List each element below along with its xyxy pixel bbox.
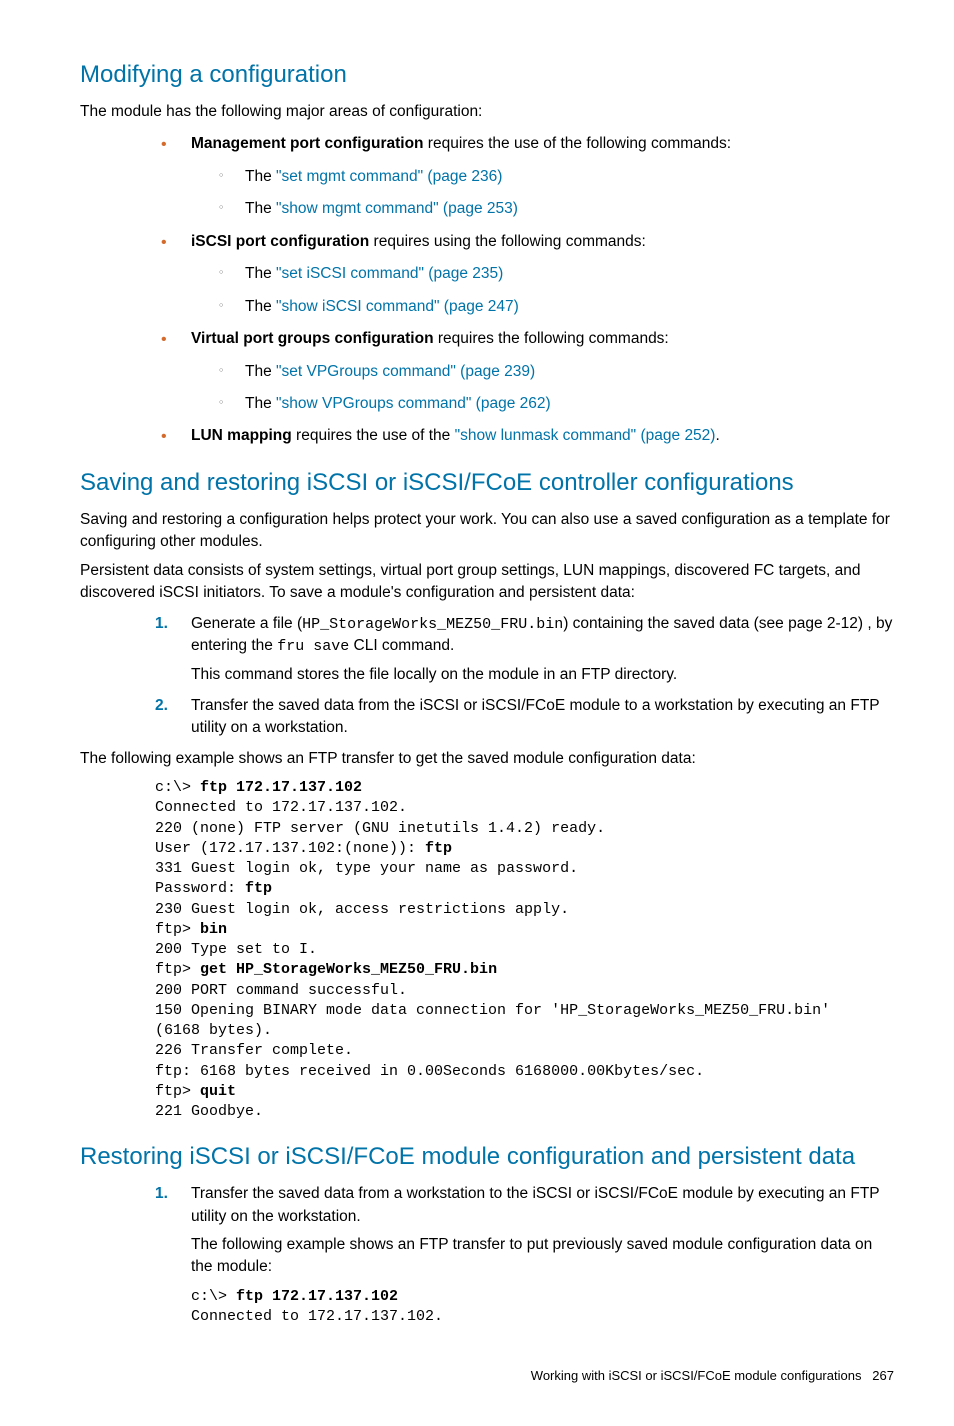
code-inline: fru save (277, 638, 349, 655)
page-footer: Working with iSCSI or iSCSI/FCoE module … (80, 1367, 894, 1386)
step-note: This command stores the file locally on … (191, 664, 894, 686)
list-item: Generate a file (HP_StorageWorks_MEZ50_F… (155, 613, 894, 687)
list-item: iSCSI port configuration requires using … (155, 231, 894, 318)
code-inline: HP_StorageWorks_MEZ50_FRU.bin (302, 616, 563, 633)
sub-prefix: The (245, 395, 276, 412)
intro-text: The module has the following major areas… (80, 101, 894, 123)
body-text: The following example shows an FTP trans… (80, 748, 894, 770)
heading-modifying-config: Modifying a configuration (80, 58, 894, 93)
bullet-tail: requires the following commands: (434, 330, 669, 347)
list-item: Management port configuration requires t… (155, 133, 894, 220)
list-item: The "show iSCSI command" (page 247) (215, 296, 894, 318)
body-text: Persistent data consists of system setti… (80, 560, 894, 605)
list-item: Transfer the saved data from the iSCSI o… (155, 695, 894, 740)
sub-prefix: The (245, 200, 276, 217)
sub-prefix: The (245, 265, 276, 282)
xref-show-lunmask[interactable]: "show lunmask command" (page 252) (455, 427, 716, 444)
bullet-label: LUN mapping (191, 427, 292, 444)
list-item: The "set VPGroups command" (page 239) (215, 361, 894, 383)
bullet-tail: requires using the following commands: (369, 233, 646, 250)
bullet-label: Virtual port groups configuration (191, 330, 434, 347)
body-text: Saving and restoring a configuration hel… (80, 509, 894, 554)
heading-saving-restoring: Saving and restoring iSCSI or iSCSI/FCoE… (80, 466, 894, 501)
config-areas-list: Management port configuration requires t… (155, 133, 894, 448)
list-item: The "show VPGroups command" (page 262) (215, 393, 894, 415)
bullet-tail: requires the use of the (292, 427, 455, 444)
sub-prefix: The (245, 298, 276, 315)
list-item: The "set mgmt command" (page 236) (215, 166, 894, 188)
heading-restoring: Restoring iSCSI or iSCSI/FCoE module con… (80, 1140, 894, 1175)
code-block-ftp-put: c:\> ftp 172.17.137.102 Connected to 172… (191, 1287, 894, 1328)
xref-show-iscsi[interactable]: "show iSCSI command" (page 247) (276, 298, 519, 315)
xref-show-mgmt[interactable]: "show mgmt command" (page 253) (276, 200, 518, 217)
restore-steps-list: Transfer the saved data from a workstati… (155, 1183, 894, 1327)
bullet-label: Management port configuration (191, 135, 424, 152)
xref-set-mgmt[interactable]: "set mgmt command" (page 236) (276, 168, 502, 185)
list-item: Virtual port groups configuration requir… (155, 328, 894, 415)
step-text: Generate a file ( (191, 615, 302, 632)
save-steps-list: Generate a file (HP_StorageWorks_MEZ50_F… (155, 613, 894, 740)
footer-text: Working with iSCSI or iSCSI/FCoE module … (531, 1368, 862, 1383)
step-text: Transfer the saved data from a workstati… (191, 1185, 879, 1224)
step-text: CLI command. (349, 637, 454, 654)
bullet-tail: . (715, 427, 719, 444)
code-block-ftp-get: c:\> ftp 172.17.137.102 Connected to 172… (155, 778, 894, 1122)
sub-prefix: The (245, 363, 276, 380)
list-item: Transfer the saved data from a workstati… (155, 1183, 894, 1327)
step-note: The following example shows an FTP trans… (191, 1234, 894, 1279)
xref-set-vpgroups[interactable]: "set VPGroups command" (page 239) (276, 363, 535, 380)
sub-prefix: The (245, 168, 276, 185)
list-item: LUN mapping requires the use of the "sho… (155, 425, 894, 447)
list-item: The "set iSCSI command" (page 235) (215, 263, 894, 285)
bullet-tail: requires the use of the following comman… (424, 135, 732, 152)
xref-set-iscsi[interactable]: "set iSCSI command" (page 235) (276, 265, 503, 282)
xref-show-vpgroups[interactable]: "show VPGroups command" (page 262) (276, 395, 551, 412)
list-item: The "show mgmt command" (page 253) (215, 198, 894, 220)
page-number: 267 (872, 1368, 894, 1383)
bullet-label: iSCSI port configuration (191, 233, 369, 250)
